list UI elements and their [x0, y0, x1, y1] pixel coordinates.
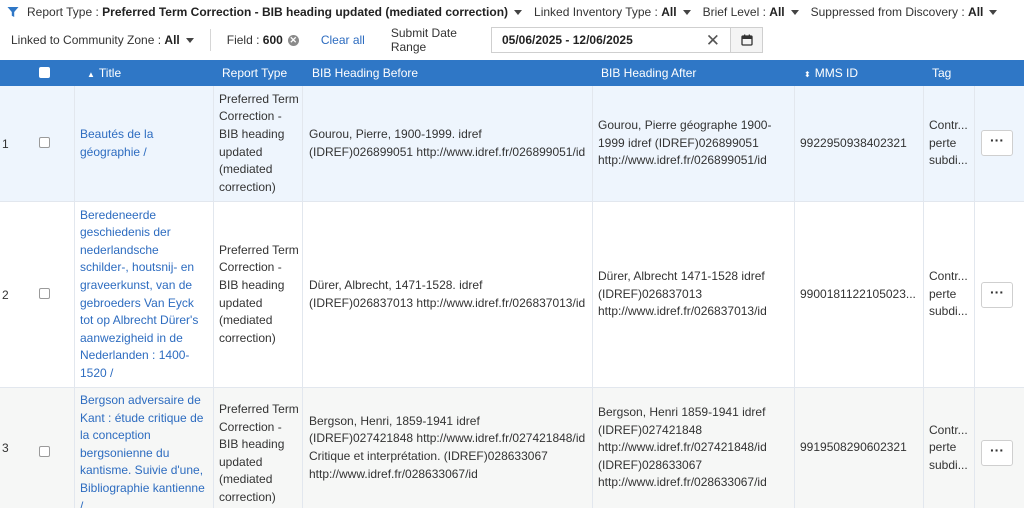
clear-all-link[interactable]: Clear all	[321, 33, 365, 47]
linked-inventory-type-filter[interactable]: Linked Inventory Type : All	[534, 5, 677, 19]
filter-row-2: Linked to Community Zone : All Field : 6…	[0, 26, 481, 54]
field-chip: Field : 600	[227, 33, 283, 47]
column-divider	[592, 86, 593, 201]
linked-inventory-type-value: All	[661, 5, 677, 19]
column-divider	[794, 202, 795, 387]
more-options-icon[interactable]: ···	[981, 282, 1013, 308]
column-divider	[74, 388, 75, 508]
mms-id-cell: 9922950938402321	[800, 135, 907, 150]
clear-x-icon[interactable]: ✕	[706, 32, 720, 49]
select-all-checkbox[interactable]	[39, 67, 50, 78]
calendar-button[interactable]	[731, 27, 763, 53]
community-zone-filter[interactable]: Linked to Community Zone : All	[11, 33, 180, 47]
suppressed-from-discovery-value: All	[968, 5, 984, 19]
bib-heading-before-cell: Dürer, Albrecht, 1471-1528. idref (IDREF…	[309, 277, 586, 310]
column-divider	[213, 388, 214, 508]
row-number: 1	[2, 136, 9, 151]
community-zone-value: All	[164, 33, 180, 47]
column-mms-label: MMS ID	[814, 66, 859, 80]
more-options-icon[interactable]: ···	[981, 130, 1013, 156]
column-divider	[923, 388, 924, 508]
column-title-label: Title	[98, 66, 122, 80]
table-row[interactable]: 2 Beredeneerde geschiedenis der nederlan…	[0, 202, 1024, 387]
row-checkbox[interactable]	[39, 137, 50, 148]
brief-level-value: All	[769, 5, 785, 19]
column-header-mms-id[interactable]: ⬍ MMS ID	[804, 60, 858, 86]
chevron-down-icon[interactable]	[514, 9, 523, 15]
column-divider	[923, 202, 924, 387]
row-checkbox[interactable]	[39, 446, 50, 457]
column-divider	[923, 86, 924, 201]
report-type-filter-label: Report Type :	[27, 5, 99, 19]
title-link[interactable]: Beautés de la géographie /	[80, 126, 208, 161]
date-range-input[interactable]: 05/06/2025 - 12/06/2025 ✕	[491, 27, 731, 53]
column-divider	[592, 388, 593, 508]
bib-heading-before-cell: Gourou, Pierre, 1900-1999. idref (IDREF)…	[309, 126, 586, 159]
column-divider	[213, 202, 214, 387]
tag-cell: Contr... perte subdi...	[929, 422, 968, 472]
filter-bar: Report Type : Preferred Term Correction …	[0, 0, 1024, 60]
column-divider	[974, 202, 975, 387]
column-divider	[302, 202, 303, 387]
column-header-report-type[interactable]: Report Type	[222, 60, 287, 86]
chevron-down-icon[interactable]	[682, 9, 691, 15]
field-chip-label: Field :	[226, 33, 260, 47]
tag-cell: Contr... perte subdi...	[929, 269, 968, 319]
suppressed-from-discovery-filter[interactable]: Suppressed from Discovery : All	[811, 5, 984, 19]
column-divider	[74, 202, 75, 387]
column-divider	[974, 388, 975, 508]
row-number: 3	[2, 441, 9, 455]
calendar-icon	[740, 34, 753, 46]
column-header-bib-heading-before[interactable]: BIB Heading Before	[312, 60, 418, 86]
column-divider	[74, 86, 75, 201]
chevron-down-icon[interactable]	[989, 9, 998, 15]
report-type-cell: Preferred Term Correction - BIB heading …	[219, 242, 299, 345]
filter-row-1: Report Type : Preferred Term Correction …	[0, 0, 1009, 24]
column-divider	[592, 202, 593, 387]
report-type-filter[interactable]: Report Type : Preferred Term Correction …	[27, 5, 508, 19]
community-zone-label: Linked to Community Zone :	[11, 33, 162, 47]
more-options-icon[interactable]: ···	[981, 440, 1013, 466]
bib-heading-before-cell: Bergson, Henri, 1859-1941 idref (IDREF)0…	[309, 413, 586, 481]
title-link[interactable]: Bergson adversaire de Kant : étude criti…	[80, 392, 208, 508]
linked-inventory-type-label: Linked Inventory Type :	[534, 5, 658, 19]
title-link[interactable]: Beredeneerde geschiedenis der nederlands…	[80, 207, 208, 383]
mms-id-cell: 9900181122105023...	[800, 286, 916, 301]
report-type-cell: Preferred Term Correction - BIB heading …	[219, 91, 299, 194]
column-header-tag[interactable]: Tag	[932, 60, 951, 86]
column-divider	[213, 86, 214, 201]
chevron-down-icon[interactable]	[790, 9, 799, 15]
column-divider	[302, 388, 303, 508]
bib-heading-after-cell: Bergson, Henri 1859-1941 idref (IDREF)02…	[598, 405, 767, 490]
row-checkbox[interactable]	[39, 288, 50, 299]
column-divider	[302, 86, 303, 201]
field-chip-value: 600	[262, 33, 283, 47]
chevron-down-icon[interactable]	[185, 37, 194, 43]
column-divider	[974, 86, 975, 201]
column-divider	[794, 388, 795, 508]
bib-heading-after-cell: Dürer, Albrecht 1471-1528 idref (IDREF)0…	[598, 269, 767, 319]
sort-asc-icon: ▲	[87, 70, 95, 79]
tag-cell: Contr... perte subdi...	[929, 118, 968, 168]
date-range-value[interactable]: 05/06/2025 - 12/06/2025	[502, 33, 706, 47]
close-circle-icon[interactable]: ✕	[287, 34, 299, 46]
divider	[209, 29, 211, 51]
table-row[interactable]: 1 Beautés de la géographie / Preferred T…	[0, 86, 1024, 201]
submit-date-range-label: Submit Date Range	[390, 26, 457, 54]
table-row[interactable]: 3 Bergson adversaire de Kant : étude cri…	[0, 388, 1024, 508]
column-header-bib-heading-after[interactable]: BIB Heading After	[601, 60, 696, 86]
column-divider	[794, 86, 795, 201]
suppressed-from-discovery-label: Suppressed from Discovery :	[810, 5, 965, 19]
table-header: ▲ Title Report Type BIB Heading Before BI…	[0, 60, 1024, 86]
brief-level-filter[interactable]: Brief Level : All	[703, 5, 785, 19]
column-header-title[interactable]: ▲ Title	[87, 60, 121, 86]
sort-both-icon: ⬍	[804, 70, 811, 79]
row-number: 2	[2, 287, 9, 302]
brief-level-label: Brief Level :	[702, 5, 766, 19]
mms-id-cell: 9919508290602321	[800, 440, 907, 455]
funnel-icon[interactable]	[7, 6, 19, 18]
report-type-filter-value: Preferred Term Correction - BIB heading …	[102, 5, 509, 19]
bib-heading-after-cell: Gourou, Pierre géographe 1900-1999 idref…	[598, 118, 772, 168]
report-type-cell: Preferred Term Correction - BIB heading …	[219, 402, 299, 504]
